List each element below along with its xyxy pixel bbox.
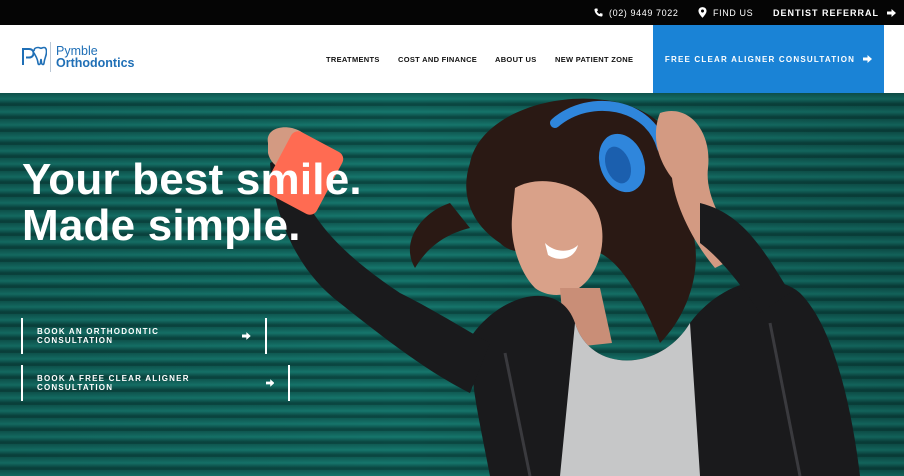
site-header: Pymble Orthodontics TREATMENTS COST AND …: [0, 25, 904, 93]
dentist-referral-link[interactable]: DENTIST REFERRAL: [773, 0, 896, 25]
logo-text: Pymble Orthodontics: [56, 45, 135, 70]
find-us-label: FIND US: [713, 7, 754, 18]
arrow-right-icon: [265, 379, 274, 387]
nav-item-new-patient-zone[interactable]: NEW PATIENT ZONE: [555, 25, 633, 93]
map-pin-icon: [698, 7, 707, 18]
arrow-right-icon: [242, 332, 251, 340]
nav-item-about-us[interactable]: ABOUT US: [495, 25, 537, 93]
button-label: BOOK AN ORTHODONTIC CONSULTATION: [37, 327, 160, 345]
book-free-clear-aligner-consultation-button[interactable]: BOOK A FREE CLEAR ALIGNER CONSULTATION: [21, 365, 290, 401]
hero-headline: Your best smile. Made simple.: [22, 157, 362, 249]
arrow-right-icon: [887, 8, 896, 17]
book-orthodontic-consultation-button[interactable]: BOOK AN ORTHODONTIC CONSULTATION: [21, 318, 267, 354]
top-utility-bar: (02) 9449 7022 FIND US DENTIST REFERRAL: [0, 0, 904, 25]
free-clear-aligner-consultation-button[interactable]: FREE CLEAR ALIGNER CONSULTATION: [653, 25, 884, 93]
button-label: BOOK A FREE CLEAR ALIGNER CONSULTATION: [37, 374, 190, 392]
phone-number: (02) 9449 7022: [609, 7, 679, 18]
nav-item-treatments[interactable]: TREATMENTS: [326, 25, 380, 93]
arrow-right-icon: [863, 55, 873, 63]
hero-section: Your best smile. Made simple. BOOK AN OR…: [0, 93, 904, 476]
find-us-link[interactable]: FIND US: [698, 0, 753, 25]
logo-mark-icon: [22, 46, 47, 66]
headline-line2: Made simple.: [22, 201, 301, 250]
logo-divider: [50, 42, 51, 72]
cta-label: FREE CLEAR ALIGNER CONSULTATION: [664, 54, 856, 64]
hero-photo-woman-with-headphones: [264, 98, 860, 476]
phone-icon: [594, 8, 603, 17]
logo[interactable]: Pymble Orthodontics: [21, 42, 134, 72]
headline-line1: Your best smile.: [22, 155, 362, 204]
logo-line2: Orthodontics: [56, 56, 135, 70]
dentist-referral-label: DENTIST REFERRAL: [773, 7, 879, 18]
nav-item-cost-and-finance[interactable]: COST AND FINANCE: [398, 25, 477, 93]
phone-link[interactable]: (02) 9449 7022: [594, 0, 678, 25]
